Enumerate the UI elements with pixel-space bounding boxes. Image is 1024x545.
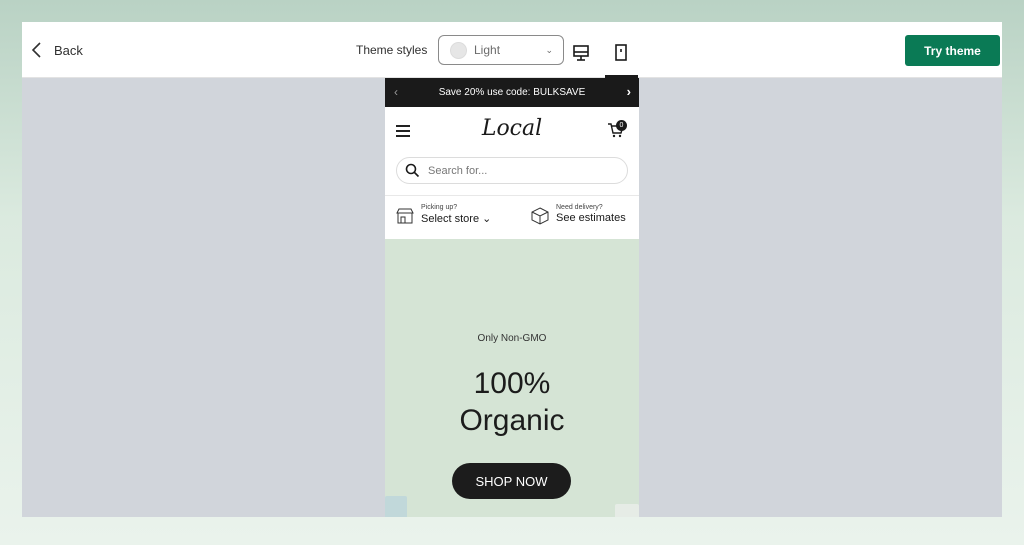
hero-title-line1: 100% bbox=[473, 367, 551, 400]
search-bar[interactable] bbox=[396, 157, 628, 184]
announcement-text: Save 20% use code: BULKSAVE bbox=[438, 87, 586, 98]
theme-select-value: Light bbox=[474, 43, 501, 57]
hero-banner: Only Non-GMO 100% Organic SHOP NOW bbox=[385, 239, 639, 517]
fulfillment-row: Picking up? Select store ⌄ Need delivery… bbox=[385, 195, 639, 238]
top-toolbar: Back Theme styles Light ⌄ Try theme bbox=[22, 22, 1002, 78]
search-input[interactable] bbox=[426, 163, 610, 178]
announcement-prev-icon[interactable]: ‹ bbox=[394, 85, 398, 99]
store-header: Local 0 bbox=[385, 107, 639, 157]
try-theme-button[interactable]: Try theme bbox=[905, 35, 1000, 66]
preview-frame: Back Theme styles Light ⌄ Try theme ‹ Sa… bbox=[22, 22, 1002, 517]
mobile-store-preview: ‹ Save 20% use code: BULKSAVE › Local 0 bbox=[385, 78, 639, 517]
hero-title: 100% Organic bbox=[385, 365, 639, 439]
product-image-left bbox=[385, 496, 407, 517]
mobile-icon bbox=[615, 44, 627, 61]
desktop-view-button[interactable] bbox=[570, 42, 592, 64]
delivery-estimates-button[interactable]: Need delivery? See estimates bbox=[530, 204, 626, 226]
announcement-next-icon[interactable]: › bbox=[627, 84, 631, 99]
theme-style-select[interactable]: Light ⌄ bbox=[438, 35, 564, 65]
back-label: Back bbox=[54, 42, 83, 58]
desktop-icon bbox=[573, 45, 589, 61]
theme-styles-label: Theme styles bbox=[356, 43, 428, 57]
back-button[interactable]: Back bbox=[30, 38, 83, 62]
product-image-right bbox=[615, 504, 639, 517]
cart-count-badge: 0 bbox=[616, 120, 627, 131]
theme-swatch bbox=[450, 41, 467, 59]
store-logo[interactable]: Local bbox=[385, 116, 639, 141]
select-store-label: Select store bbox=[421, 213, 480, 225]
hero-eyebrow: Only Non-GMO bbox=[477, 333, 547, 344]
hero-title-line2: Organic bbox=[459, 404, 565, 437]
mobile-view-button[interactable] bbox=[610, 42, 632, 64]
delivery-question: Need delivery? bbox=[556, 204, 603, 211]
announcement-bar: ‹ Save 20% use code: BULKSAVE › bbox=[385, 78, 639, 107]
chevron-down-icon: ⌄ bbox=[545, 45, 553, 55]
search-icon bbox=[405, 163, 420, 178]
see-estimates-label: See estimates bbox=[556, 212, 626, 224]
chevron-down-icon: ⌄ bbox=[482, 213, 492, 225]
storefront-icon bbox=[396, 208, 414, 224]
shop-now-button[interactable]: SHOP NOW bbox=[452, 463, 571, 499]
select-store-button[interactable]: Picking up? Select store ⌄ bbox=[395, 204, 491, 226]
pickup-question: Picking up? bbox=[421, 204, 458, 211]
box-icon bbox=[531, 207, 549, 225]
chevron-left-icon bbox=[31, 42, 41, 58]
